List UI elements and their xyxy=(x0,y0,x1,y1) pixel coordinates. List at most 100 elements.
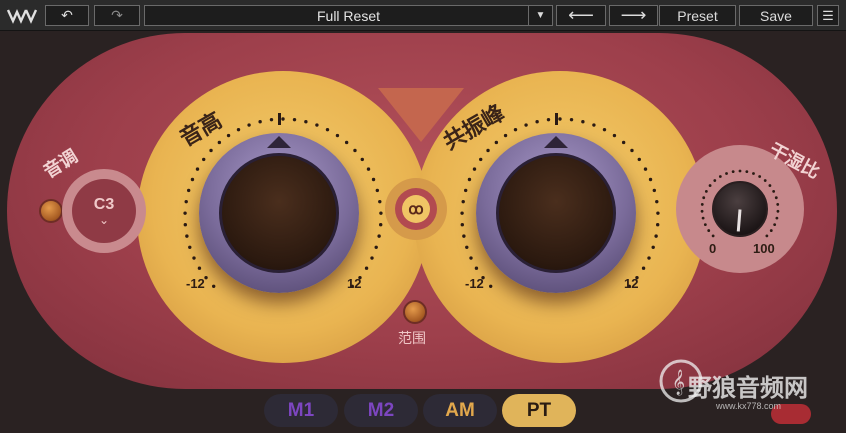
menu-button[interactable]: ☰ xyxy=(817,5,839,26)
scale-dot xyxy=(647,256,651,260)
scale-dot xyxy=(375,188,380,193)
scale-dot xyxy=(769,229,773,232)
range-led-button[interactable] xyxy=(403,300,427,324)
preset-name: Full Reset xyxy=(316,7,381,24)
formant-knob[interactable] xyxy=(476,133,636,293)
scale-dot xyxy=(652,188,657,193)
scale-dot xyxy=(353,148,357,153)
scale-dot xyxy=(621,140,626,145)
scale-dot xyxy=(773,223,777,226)
scale-dot xyxy=(503,133,508,138)
scale-dot xyxy=(370,256,374,260)
scale-dot xyxy=(513,127,518,132)
formant-knob-center xyxy=(496,153,616,273)
scale-dot xyxy=(648,177,653,182)
scale-dot xyxy=(192,256,196,260)
formant-center-tick xyxy=(555,113,558,125)
scale-dot xyxy=(718,175,722,178)
redo-button[interactable]: ↷ xyxy=(94,5,140,26)
save-button[interactable]: Save xyxy=(739,5,813,26)
scale-dot xyxy=(775,216,779,220)
next-preset-button[interactable]: ⟶ xyxy=(609,5,658,26)
scale-dot xyxy=(378,222,383,227)
scale-dot xyxy=(774,196,778,200)
scale-dot xyxy=(558,117,562,121)
link-icon: ꝏ xyxy=(408,201,424,218)
scale-dot xyxy=(569,117,574,122)
scale-dot xyxy=(655,222,660,227)
preset-selector[interactable]: Full Reset ▼ xyxy=(144,5,553,26)
scale-dot xyxy=(612,133,617,138)
mode-tab-m2[interactable]: M2 xyxy=(344,394,418,427)
scale-dot xyxy=(546,117,551,122)
scale-dot xyxy=(643,167,648,171)
scale-dot xyxy=(292,117,297,122)
scale-dot xyxy=(202,157,206,162)
scale-dot xyxy=(738,169,742,173)
scale-dot xyxy=(654,234,658,238)
range-label: 范围 xyxy=(398,331,426,347)
mode-tab-m1[interactable]: M1 xyxy=(264,394,338,427)
scale-dot xyxy=(258,120,262,124)
scale-dot xyxy=(776,203,780,206)
scale-dot xyxy=(377,234,381,238)
mix-knob-pointer xyxy=(736,209,742,232)
scale-dot xyxy=(745,170,749,174)
scale-dot xyxy=(226,133,231,138)
scale-dot xyxy=(185,234,189,238)
scale-dot xyxy=(460,222,465,227)
link-button[interactable]: ꝏ xyxy=(395,188,437,230)
formant-indicator-icon xyxy=(544,136,568,148)
mode-tab-am[interactable]: AM xyxy=(423,394,497,427)
scale-dot xyxy=(592,123,596,127)
scale-dot xyxy=(752,172,755,175)
scale-dot xyxy=(704,189,708,193)
pitch-knob-center xyxy=(219,153,339,273)
chevron-down-icon: ⌄ xyxy=(98,213,110,227)
key-led-button[interactable] xyxy=(39,199,63,223)
undo-button[interactable]: ↶ xyxy=(45,5,89,26)
key-selector[interactable]: C3 ⌄ xyxy=(72,179,136,243)
formant-min-label: -12 xyxy=(465,276,484,291)
pitch-knob[interactable] xyxy=(199,133,359,293)
scale-dot xyxy=(236,127,241,132)
scale-dot xyxy=(651,245,655,249)
scale-dot xyxy=(371,177,376,182)
previous-preset-button[interactable]: ⟵ xyxy=(556,5,606,26)
scale-dot xyxy=(703,223,707,226)
waves-logo-icon[interactable] xyxy=(6,6,40,25)
scale-dot xyxy=(700,209,704,213)
scale-dot xyxy=(535,120,539,124)
scale-dot xyxy=(217,140,222,145)
scale-dot xyxy=(374,245,378,249)
mode-tab-pt[interactable]: PT xyxy=(502,394,576,427)
scale-dot xyxy=(474,266,479,270)
scale-dot xyxy=(304,120,308,124)
scale-dot xyxy=(711,234,715,238)
scale-dot xyxy=(707,229,711,232)
scale-dot xyxy=(731,170,735,174)
scale-dot xyxy=(188,245,192,249)
scale-dot xyxy=(581,120,585,124)
scale-dot xyxy=(360,157,364,162)
scale-dot xyxy=(184,199,188,204)
scale-dot xyxy=(655,199,659,204)
scale-dot xyxy=(765,234,769,238)
mix-knob[interactable] xyxy=(712,181,768,237)
scale-dot xyxy=(183,211,187,215)
scale-dot xyxy=(325,127,330,132)
redo-icon: ↷ xyxy=(111,7,123,23)
preset-dropdown-caret-icon[interactable]: ▼ xyxy=(528,6,552,25)
scale-dot xyxy=(725,172,728,175)
scale-dot xyxy=(463,188,468,193)
pitch-center-tick xyxy=(278,113,281,125)
scale-dot xyxy=(209,148,213,153)
scale-dot xyxy=(656,211,660,215)
scale-dot xyxy=(379,211,383,215)
watermark-text: 野狼音频网 xyxy=(688,374,808,402)
scale-dot xyxy=(701,216,705,220)
watermark-url: www.kx778.com xyxy=(716,401,782,411)
preset-button[interactable]: Preset xyxy=(659,5,736,26)
scale-dot xyxy=(247,123,251,127)
scale-dot xyxy=(641,266,646,270)
